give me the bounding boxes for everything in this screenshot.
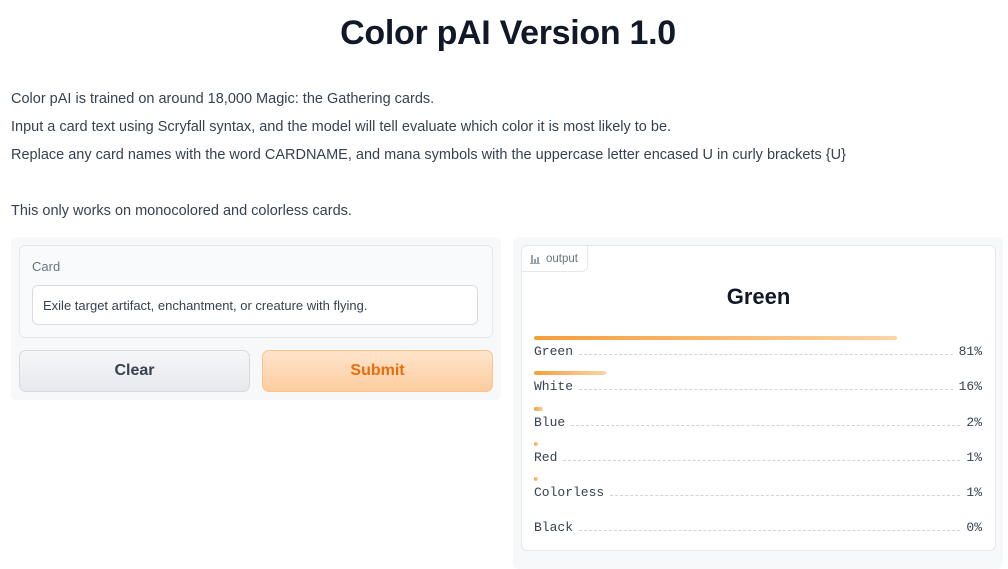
confidence-leader-line: [571, 424, 961, 426]
confidence-item: Black 0%: [534, 512, 982, 547]
output-tag-label: output: [546, 252, 578, 265]
confidence-bar: [534, 406, 543, 411]
description-line-1: Color pAI is trained on around 18,000 Ma…: [11, 91, 435, 107]
confidence-label: Blue: [534, 414, 566, 430]
clear-button[interactable]: Clear: [19, 350, 250, 392]
output-panel: output Green Green 81% White 16% Blue 2% Red 1%…: [513, 237, 1003, 569]
confidence-label: Black: [534, 520, 574, 536]
confidence-label: Green: [534, 344, 574, 359]
confidence-bar: [534, 441, 539, 446]
confidence-percent: 0%: [966, 520, 982, 536]
confidence-percent: 16%: [958, 379, 982, 395]
predicted-color: Green: [726, 284, 791, 309]
page-title: Color pAI Version 1.0: [340, 14, 676, 52]
card-text-input[interactable]: [32, 285, 478, 325]
confidence-bar: [534, 371, 606, 376]
bar-chart-icon: [530, 254, 540, 264]
confidence-percent: 1%: [966, 449, 982, 465]
confidence-item: Red 1%: [534, 441, 982, 477]
confidence-leader-line: [579, 389, 953, 391]
confidence-percent: 1%: [966, 485, 982, 501]
confidence-leader-line: [579, 354, 953, 355]
confidence-label: Red: [534, 449, 558, 465]
confidence-bar: [534, 477, 539, 482]
output-label-component: output Green Green 81% White 16% Blue 2% Red 1%…: [521, 245, 996, 551]
confidence-list: Green 81% White 16% Blue 2% Red 1% Colorless 1% Bl…: [534, 336, 982, 548]
description-line-2: Input a card text using Scryfall syntax,…: [11, 119, 672, 135]
confidence-label: Colorless: [534, 485, 605, 501]
output-tag: output: [522, 246, 588, 272]
confidence-item: Blue 2%: [534, 406, 982, 442]
confidence-label: White: [534, 379, 574, 395]
card-label: Card: [32, 259, 61, 274]
description-line-4: This only works on monocolored and color…: [11, 203, 352, 219]
confidence-item: Green 81%: [534, 336, 982, 371]
confidence-leader-line: [579, 530, 961, 532]
confidence-percent: 81%: [958, 344, 982, 359]
confidence-leader-line: [610, 495, 961, 497]
confidence-leader-line: [563, 459, 961, 461]
description-line-3: Replace any card names with the word CAR…: [11, 147, 846, 163]
confidence-percent: 2%: [966, 414, 982, 430]
confidence-bar: [534, 336, 897, 340]
confidence-item: Colorless 1%: [534, 477, 982, 512]
submit-button[interactable]: Submit: [262, 350, 493, 392]
input-panel: Card Clear Submit: [11, 237, 501, 400]
confidence-item: White 16%: [534, 371, 982, 406]
card-textbox-block: Card: [19, 245, 493, 338]
